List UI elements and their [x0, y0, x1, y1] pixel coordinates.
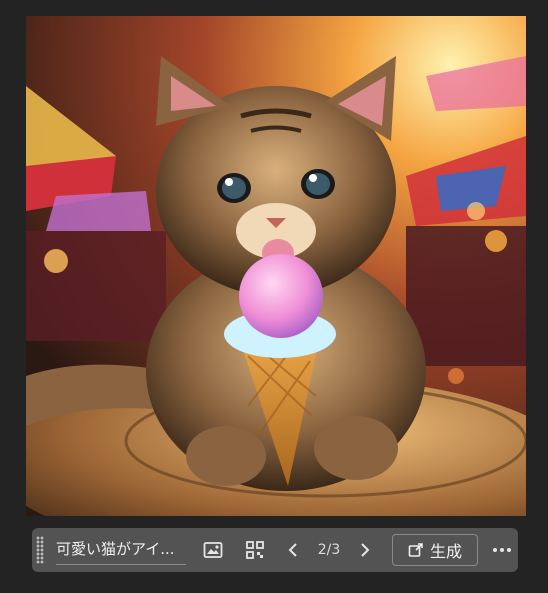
image-reference-button[interactable]	[198, 535, 228, 565]
generated-image	[26, 16, 526, 516]
more-button[interactable]	[488, 535, 516, 565]
page-indicator: 2/3	[317, 542, 341, 558]
prompt-text: 可愛い猫がアイ...	[56, 540, 175, 558]
chevron-right-icon	[361, 543, 370, 557]
generation-toolbar: 可愛い猫がアイ... 2/3 生成	[32, 528, 518, 572]
more-icon	[493, 548, 511, 552]
generate-button[interactable]: 生成	[392, 534, 478, 566]
image-reference-icon	[203, 542, 223, 558]
prompt-field[interactable]: 可愛い猫がアイ...	[56, 535, 186, 565]
chevron-left-icon	[288, 543, 297, 557]
previous-button[interactable]	[278, 535, 308, 565]
generate-label: 生成	[429, 542, 462, 561]
variations-button[interactable]	[240, 535, 270, 565]
qr-variations-icon	[246, 541, 264, 559]
drag-handle-icon[interactable]	[36, 536, 44, 564]
generate-icon	[408, 543, 423, 557]
next-button[interactable]	[350, 535, 380, 565]
